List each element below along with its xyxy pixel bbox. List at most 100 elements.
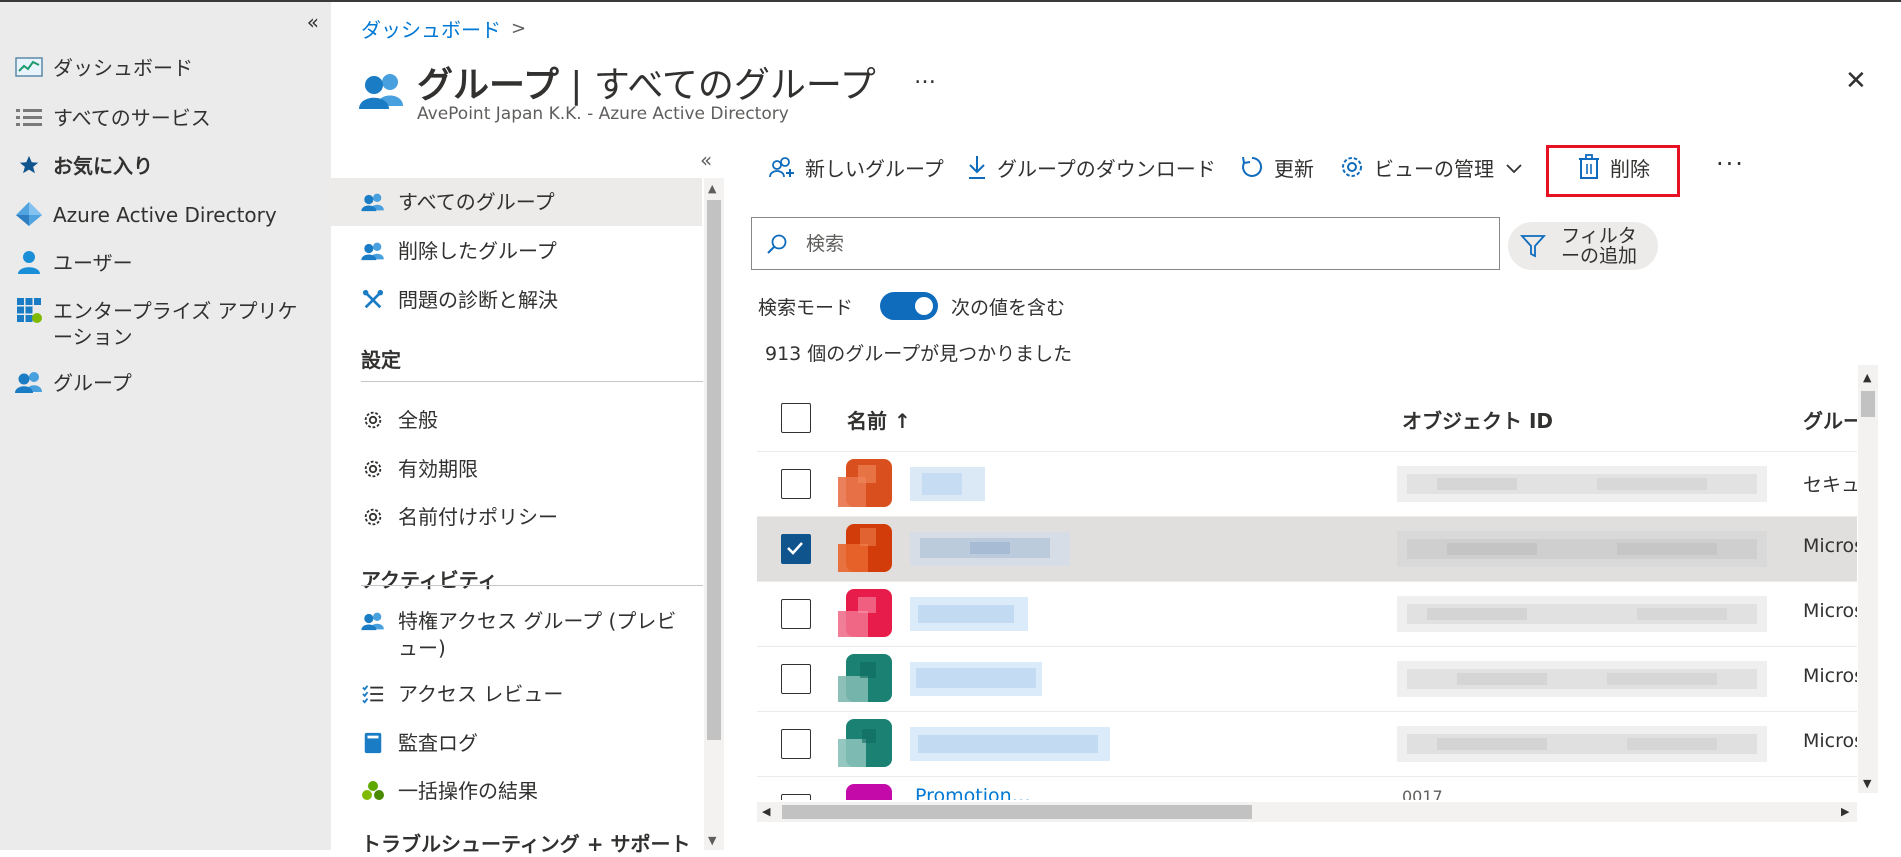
row-checkbox[interactable] (781, 729, 811, 759)
scroll-up-icon[interactable]: ▲ (708, 182, 716, 195)
add-filter-button[interactable]: フィルターの追加 (1508, 222, 1658, 270)
star-icon (14, 153, 44, 177)
table-vertical-scrollbar[interactable]: ▲ ▼ (1858, 365, 1878, 793)
blurred-group-name[interactable] (910, 467, 985, 501)
book-icon (360, 730, 386, 756)
toggle-state-label: 次の値を含む (951, 297, 1066, 319)
menu-item-label: 名前付けポリシー (398, 505, 558, 529)
menu-item-access-review[interactable]: アクセス レビュー (331, 670, 702, 718)
blurred-group-name[interactable] (910, 597, 1028, 631)
double-chevron-left-icon[interactable]: « (307, 10, 319, 34)
row-checkbox[interactable] (781, 469, 811, 499)
section-divider (361, 585, 703, 586)
scroll-down-icon[interactable]: ▼ (708, 834, 716, 847)
menu-item-diagnose[interactable]: 問題の診断と解決 (331, 276, 702, 324)
menu-item-expiration[interactable]: 有効期限 (331, 445, 702, 493)
menu-item-audit-logs[interactable]: 監査ログ (331, 719, 702, 767)
blurred-group-name[interactable] (910, 532, 1070, 566)
group-name-link[interactable]: Promotion… (915, 785, 1031, 800)
nav-item-all-services[interactable]: すべてのサービス (14, 105, 211, 131)
more-commands-icon[interactable]: ··· (1716, 150, 1745, 178)
menu-item-bulk-results[interactable]: 一括操作の結果 (331, 767, 702, 815)
list-icon (14, 105, 44, 129)
page-title-sub: | すべてのグループ (558, 65, 876, 106)
groups-table: 名前 ↑ オブジェクト ID グループの種類 セキュリティ Microsoft … (757, 385, 1857, 800)
row-checkbox[interactable] (781, 534, 811, 564)
row-checkbox[interactable] (781, 664, 811, 694)
nav-item-enterprise-apps[interactable]: エンタープライズ アプリケーション (14, 298, 314, 350)
wrench-icon (360, 287, 386, 313)
refresh-button[interactable]: 更新 (1240, 152, 1314, 182)
scroll-thumb[interactable] (782, 805, 1252, 819)
scroll-down-icon[interactable]: ▼ (1863, 777, 1871, 790)
row-checkbox[interactable] (781, 599, 811, 629)
page-title: グループ | すべてのグループ (417, 56, 876, 108)
section-heading-activity: アクティビティ (361, 568, 498, 592)
nav-item-label: すべてのサービス (53, 106, 211, 130)
menu-item-label: すべてのグループ (398, 190, 555, 214)
object-id-cell: 0017… (1402, 787, 1459, 800)
new-group-button[interactable]: 新しいグループ (769, 152, 944, 182)
nav-item-label: Azure Active Directory (53, 203, 277, 227)
select-all-checkbox[interactable] (781, 403, 811, 433)
blurred-object-id (1397, 596, 1767, 632)
menu-item-all-groups[interactable]: すべてのグループ (331, 178, 702, 226)
nav-item-label: お気に入り (53, 154, 153, 178)
table-row[interactable]: Microsoft 365 (757, 647, 1857, 712)
group-type-cell: セキュリティ (1803, 474, 1857, 496)
gear-icon (1340, 155, 1364, 179)
collapse-menu-icon[interactable]: « (700, 148, 712, 172)
nav-item-users[interactable]: ユーザー (14, 250, 133, 276)
column-header-name[interactable]: 名前 ↑ (847, 405, 911, 434)
group-icon (14, 370, 44, 394)
table-row[interactable]: Microsoft 365 (757, 582, 1857, 647)
table-row[interactable]: Microsoft 365 (757, 712, 1857, 777)
search-box[interactable] (751, 217, 1500, 270)
nav-item-groups[interactable]: グループ (14, 370, 132, 396)
scroll-thumb[interactable] (707, 200, 721, 740)
menu-item-general[interactable]: 全般 (331, 396, 702, 444)
download-label: グループのダウンロード (997, 156, 1216, 181)
table-row-selected[interactable]: Microsoft 365 (757, 517, 1857, 582)
menu-item-privileged-access[interactable]: 特権アクセス グループ (プレビュー) (331, 597, 702, 673)
nav-item-dashboard[interactable]: ダッシュボード (14, 55, 193, 81)
chevron-right-icon: > (511, 18, 527, 39)
menu-item-deleted-groups[interactable]: 削除したグループ (331, 227, 702, 275)
group-type-cell: Microsoft 365 (1803, 665, 1857, 687)
download-groups-button[interactable]: グループのダウンロード (967, 152, 1216, 182)
search-mode-toggle[interactable] (880, 292, 938, 320)
close-icon[interactable]: ✕ (1845, 66, 1867, 96)
table-row-partial[interactable]: Promotion… 0017… (757, 777, 1857, 800)
table-horizontal-scrollbar[interactable]: ◀ ▶ (757, 802, 1857, 822)
manage-view-label: ビューの管理 (1374, 156, 1494, 181)
refresh-icon (1240, 155, 1264, 179)
group-avatar (838, 589, 892, 637)
row-checkbox[interactable] (781, 794, 811, 800)
group-icon (360, 238, 386, 264)
menu-item-naming-policy[interactable]: 名前付けポリシー (331, 493, 702, 541)
scroll-right-icon[interactable]: ▶ (1841, 805, 1849, 818)
manage-view-button[interactable]: ビューの管理 (1340, 152, 1522, 182)
nav-item-azure-ad[interactable]: Azure Active Directory (14, 202, 277, 228)
column-header-object-id[interactable]: オブジェクト ID (1402, 405, 1553, 434)
group-avatar (838, 654, 892, 702)
scroll-thumb[interactable] (1861, 391, 1875, 417)
menu-item-label: 削除したグループ (398, 239, 557, 263)
scroll-up-icon[interactable]: ▲ (1863, 371, 1871, 384)
section-heading-settings: 設定 (361, 348, 401, 372)
blurred-group-name[interactable] (910, 662, 1042, 696)
group-type-cell: Microsoft 365 (1803, 535, 1857, 557)
nav-item-label: ユーザー (53, 251, 133, 275)
search-input[interactable] (804, 231, 1448, 256)
breadcrumb-link-dashboard[interactable]: ダッシュボード (361, 14, 501, 43)
menu-item-label: アクセス レビュー (398, 682, 564, 706)
menu-scrollbar[interactable]: ▲ ▼ (704, 178, 724, 850)
more-options-icon[interactable]: … (914, 64, 938, 89)
scroll-left-icon[interactable]: ◀ (762, 805, 770, 818)
blurred-group-name[interactable] (910, 727, 1110, 761)
dashboard-icon (14, 55, 44, 79)
nav-favorites-header: お気に入り (14, 153, 153, 179)
search-icon (766, 233, 788, 255)
column-header-group-type[interactable]: グループの種類 (1803, 405, 1857, 434)
table-row[interactable]: セキュリティ (757, 452, 1857, 517)
